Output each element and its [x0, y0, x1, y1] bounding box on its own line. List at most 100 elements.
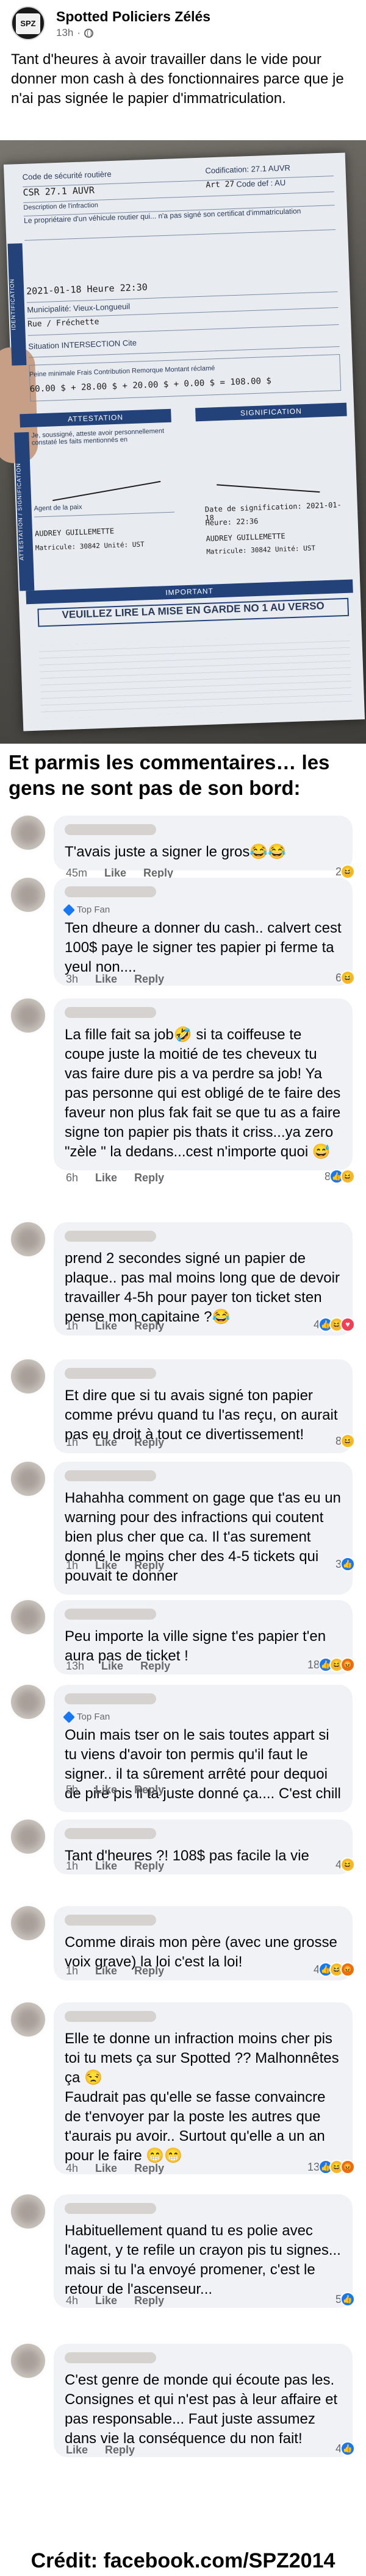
comment-actions: 1h Like Reply — [66, 1559, 164, 1572]
comment-time[interactable]: 1h — [66, 1436, 78, 1449]
commenter-name-redacted[interactable] — [65, 1231, 156, 1242]
comment-bubble: La fille fait sa job🤣 si ta coiffeuse te… — [54, 998, 353, 1170]
like-button[interactable]: Like — [95, 973, 117, 986]
comment-time[interactable]: 13h — [66, 1660, 84, 1673]
reply-button[interactable]: Reply — [134, 1172, 164, 1184]
comment-time[interactable]: 5h — [66, 1784, 78, 1796]
commenter-avatar[interactable] — [11, 1600, 45, 1634]
reaction-summary[interactable]: 4 👍 — [336, 2441, 355, 2456]
reaction-summary[interactable]: 5 👍 — [336, 2292, 355, 2307]
comment-time[interactable]: 1h — [66, 1860, 78, 1873]
reply-button[interactable]: Reply — [134, 1436, 164, 1449]
commenter-avatar[interactable] — [11, 1820, 45, 1854]
attest-text: Je, soussigné, atteste avoir personnelle… — [31, 427, 165, 447]
comment-time[interactable]: 1h — [66, 1559, 78, 1572]
commenter-avatar[interactable] — [11, 998, 45, 1033]
like-button[interactable]: Like — [66, 2444, 88, 2457]
reply-button[interactable]: Reply — [134, 973, 164, 986]
comment-time[interactable]: 1h — [66, 1965, 78, 1977]
reaction-summary[interactable]: 4 👍 😆 ♥ — [314, 1317, 355, 1332]
comment: Top Fan Ten dheure a donner du cash.. cal… — [0, 878, 366, 994]
top-fan-badge: Top Fan — [63, 903, 342, 916]
haha-reaction-icon: 😆 — [340, 1857, 355, 1872]
ticket-photo[interactable]: Code de sécurité routière CSR 27.1 AUVR … — [0, 140, 366, 744]
comment-bubble: Hahahha comment on gage que t'as eu un w… — [54, 1462, 353, 1595]
commenter-name-redacted[interactable] — [65, 1609, 156, 1620]
reaction-summary[interactable]: 6 😆 — [336, 970, 355, 985]
commenter-avatar[interactable] — [11, 1462, 45, 1496]
page-avatar[interactable]: SPZ — [11, 6, 45, 40]
like-reaction-icon: 👍 — [340, 2441, 355, 2456]
reaction-summary[interactable]: 18 👍 😆 😡 — [307, 1657, 355, 1672]
commenter-name-redacted[interactable] — [65, 1470, 156, 1481]
like-button[interactable]: Like — [95, 1784, 117, 1796]
reaction-summary[interactable]: 3 👍 — [336, 1557, 355, 1571]
reaction-summary[interactable]: 2 😆 — [336, 864, 355, 879]
reply-button[interactable]: Reply — [134, 1559, 164, 1572]
like-button[interactable]: Like — [95, 1436, 117, 1449]
comment-time[interactable]: 1h — [66, 1320, 78, 1332]
commenter-name-redacted[interactable] — [65, 2011, 156, 2022]
commenter-name-redacted[interactable] — [65, 2352, 156, 2363]
reply-button[interactable]: Reply — [134, 1784, 164, 1796]
reaction-summary[interactable]: 4 😆 — [336, 1857, 355, 1872]
comment: Peu importe la ville signe t'es papier t… — [0, 1600, 366, 1681]
love-reaction-icon: ♥ — [340, 1317, 355, 1332]
commenter-name-redacted[interactable] — [65, 1915, 156, 1926]
comment-actions: 5h Like Reply — [66, 1784, 164, 1796]
agent-label: Agent de la paix — [34, 503, 82, 513]
reaction-summary[interactable]: 13 👍 😆 😡 — [307, 2160, 355, 2174]
comment-actions: 4h Like Reply — [66, 2162, 164, 2175]
reply-button[interactable]: Reply — [134, 1320, 164, 1332]
like-button[interactable]: Like — [95, 1320, 117, 1332]
commenter-avatar[interactable] — [11, 1906, 45, 1940]
reply-button[interactable]: Reply — [134, 1860, 164, 1873]
comment-actions: 3h Like Reply — [66, 973, 164, 986]
reply-button[interactable]: Reply — [134, 2294, 164, 2307]
like-button[interactable]: Like — [95, 2162, 117, 2175]
commenter-avatar[interactable] — [11, 1222, 45, 1256]
commenter-avatar[interactable] — [11, 1359, 45, 1393]
like-button[interactable]: Like — [101, 1660, 123, 1673]
commenter-name-redacted[interactable] — [65, 886, 156, 897]
comment-time[interactable]: 4h — [66, 2294, 78, 2307]
commenter-name-redacted[interactable] — [65, 1368, 156, 1379]
reaction-count: 13 — [307, 2160, 320, 2173]
reply-button[interactable]: Reply — [105, 2444, 135, 2457]
commenter-name-redacted[interactable] — [65, 1693, 156, 1704]
warning-text: VEUILLEZ LIRE LA MISE EN GARDE NO 1 AU V… — [62, 600, 325, 621]
commenter-avatar[interactable] — [11, 2002, 45, 2037]
reaction-summary[interactable]: 8 😆 — [336, 1434, 355, 1448]
post-time[interactable]: 13h — [56, 27, 73, 39]
comment-time[interactable]: 6h — [66, 1172, 78, 1184]
reply-button[interactable]: Reply — [140, 1660, 170, 1673]
reply-button[interactable]: Reply — [134, 2162, 164, 2175]
commenter-avatar[interactable] — [11, 2194, 45, 2229]
commenter-name-redacted[interactable] — [65, 1828, 156, 1839]
like-button[interactable]: Like — [95, 1172, 117, 1184]
commenter-name-redacted[interactable] — [65, 824, 156, 835]
ticket-document: Code de sécurité routière CSR 27.1 AUVR … — [0, 152, 365, 731]
haha-reaction-icon: 😆 — [340, 864, 355, 879]
comment-time[interactable]: 4h — [66, 2162, 78, 2175]
comment-bubble: prend 2 secondes signé un papier de plaq… — [54, 1222, 353, 1336]
like-reaction-icon: 👍 — [340, 2292, 355, 2307]
commenter-avatar[interactable] — [11, 816, 45, 850]
commenter-name-redacted[interactable] — [65, 2203, 156, 2214]
like-button[interactable]: Like — [95, 1965, 117, 1977]
location-label: Municipalité: Vieux-Longueuil — [27, 301, 131, 315]
commenter-name-redacted[interactable] — [65, 1007, 156, 1018]
reaction-summary[interactable]: 4 👍 😆 😡 — [314, 1962, 355, 1977]
top-fan-label: Top Fan — [77, 1712, 110, 1722]
commenter-avatar[interactable] — [11, 878, 45, 912]
like-button[interactable]: Like — [95, 2294, 117, 2307]
page-name[interactable]: Spotted Policiers Zélés — [56, 9, 210, 25]
like-button[interactable]: Like — [95, 1860, 117, 1873]
reaction-summary[interactable]: 8 👍 😆 — [325, 1169, 355, 1184]
commenter-avatar[interactable] — [11, 2344, 45, 2378]
commenter-avatar[interactable] — [11, 1685, 45, 1719]
reply-button[interactable]: Reply — [134, 1965, 164, 1977]
like-button[interactable]: Like — [95, 1559, 117, 1572]
comment-time[interactable]: 3h — [66, 973, 78, 986]
comment-bubble: Elle te donne un infraction moins cher p… — [54, 2002, 353, 2174]
